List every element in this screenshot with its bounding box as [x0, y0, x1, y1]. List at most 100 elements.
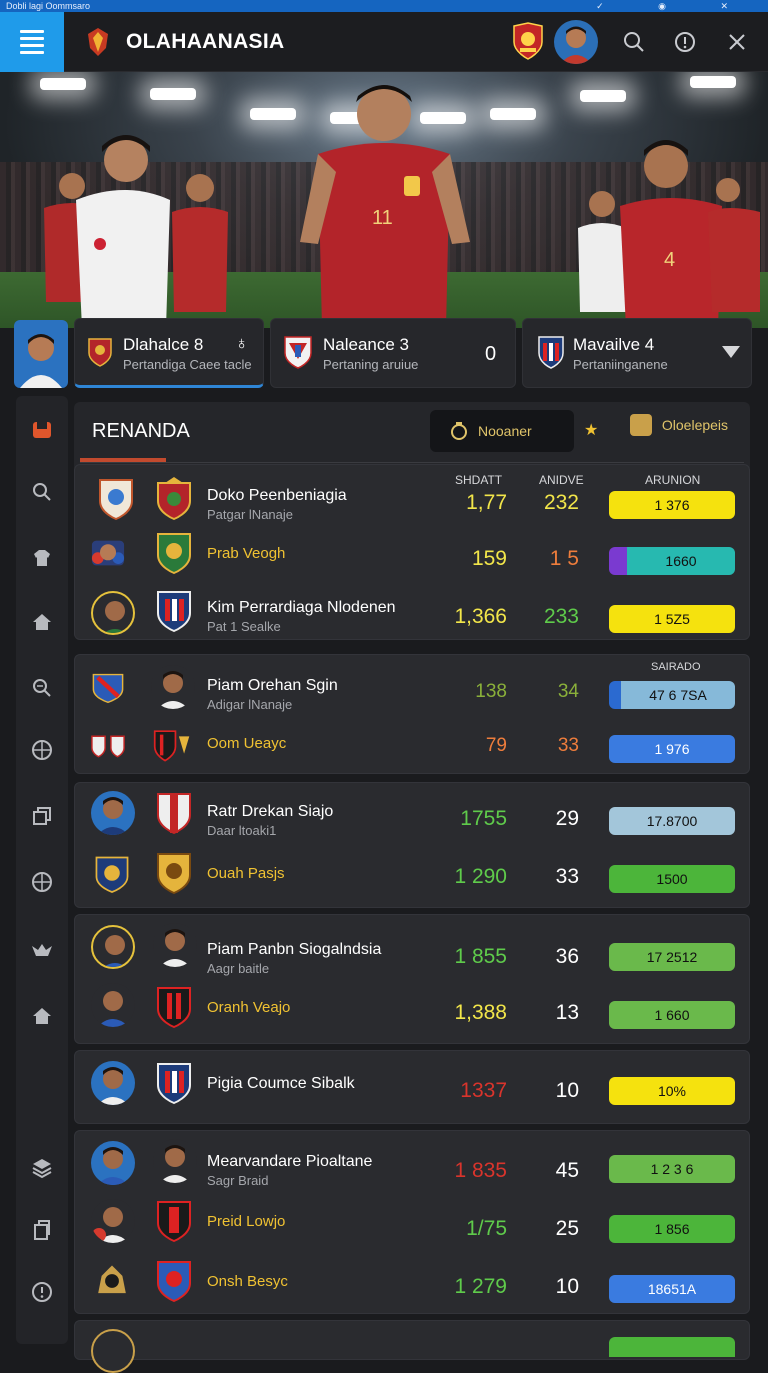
row-value-b: 10: [555, 1275, 579, 1298]
match-card-2[interactable]: Naleance 3 Pertaning aruiue 0: [270, 318, 516, 388]
table-row[interactable]: Onsh Besyc 1 279 10 18651A: [75, 1257, 751, 1317]
ranking-group: Pigia Coumce Sibalk 1337 10 10%: [74, 1050, 750, 1124]
table-row[interactable]: Preid Lowjo 1/75 25 1 856: [75, 1197, 751, 1257]
tab-other-label: Oloelepeis: [661, 417, 729, 433]
match-subtitle: Pertaniinganene: [573, 357, 668, 372]
row-bar-label: 1 660: [654, 1007, 690, 1023]
brand-title: OLAHAANASIA: [126, 30, 285, 53]
team-crest-icon: [92, 673, 124, 704]
team-crest-icon: [157, 1063, 191, 1105]
row-bar: 1 660: [609, 1001, 735, 1029]
match-subtitle: Pertandiga Caee tacle: [123, 357, 252, 372]
user-avatar[interactable]: [554, 20, 598, 64]
row-value-b: 1 5: [549, 547, 579, 570]
row-value-b: 13: [555, 1001, 579, 1024]
player-avatar: [91, 1199, 135, 1243]
table-row[interactable]: Oranh Veajo 1,388 13 1 660: [75, 983, 751, 1043]
tab-active[interactable]: Nooaner: [430, 410, 574, 452]
close-icon[interactable]: [725, 30, 749, 54]
row-bar: 1660: [609, 547, 735, 575]
row-bar: 17 2512: [609, 943, 735, 971]
globe-icon[interactable]: [30, 870, 54, 894]
tab-active-label: Nooaner: [478, 423, 532, 439]
row-name: Kim Perrardiaga Nlodenen: [207, 599, 396, 616]
table-row[interactable]: Doko Peenbeniagia Patgar lNanaje 1,77 23…: [75, 475, 751, 535]
search-icon[interactable]: [30, 480, 54, 504]
table-row[interactable]: Piam Orehan Sgin Adigar lNanaje 138 34 4…: [75, 663, 751, 723]
row-value-a: 1 279: [454, 1275, 507, 1298]
row-value-a: 1,366: [454, 605, 507, 628]
row-name: Doko Peenbeniagia: [207, 487, 347, 504]
home-icon[interactable]: [30, 1004, 54, 1028]
row-subtitle: Adigar lNanaje: [207, 697, 293, 712]
row-bar-label: 10%: [657, 1083, 687, 1099]
search-icon[interactable]: [622, 30, 646, 54]
bird-icon[interactable]: [30, 938, 54, 962]
player-thumb[interactable]: [14, 320, 68, 388]
table-row[interactable]: Prab Veogh 159 1 5 1660: [75, 531, 751, 591]
row-name: Piam Orehan Sgin: [207, 677, 338, 694]
row-bar-label: 18651A: [647, 1281, 697, 1297]
row-value-b: 232: [543, 491, 579, 514]
team-crest-icon: [538, 336, 564, 369]
table-row[interactable]: Oom Ueayc 79 33 1 976: [75, 719, 751, 779]
row-name: Mearvandare Pioaltane: [207, 1153, 373, 1170]
chevron-down-icon[interactable]: [721, 345, 741, 359]
menu-button[interactable]: [0, 12, 64, 72]
tab-other[interactable]: Oloelepeis: [630, 414, 728, 436]
info-icon[interactable]: [673, 30, 697, 54]
home-icon[interactable]: [30, 610, 54, 634]
table-row[interactable]: Kim Perrardiaga Nlodenen Pat 1 Sealke 1,…: [75, 587, 751, 647]
table-row[interactable]: Piam Panbn Siogalndsia Aagr baitle 1 855…: [75, 921, 751, 981]
table-row[interactable]: Mearvandare Pioaltane Sagr Braid 1 835 4…: [75, 1137, 751, 1197]
row-value-b: 10: [555, 1079, 579, 1102]
home-tab-icon[interactable]: [30, 418, 54, 442]
stack-icon[interactable]: [30, 804, 54, 828]
row-name: Ratr Drekan Siajo: [207, 803, 334, 820]
copy-icon[interactable]: [30, 1218, 54, 1242]
players-image: 11 4: [44, 85, 760, 328]
zoom-icon[interactable]: [30, 676, 54, 700]
table-row[interactable]: Ratr Drekan Siajo Daar ltoaki1 1755 29 1…: [75, 787, 751, 847]
player-avatar: [91, 591, 135, 635]
globe-icon[interactable]: [30, 738, 54, 762]
ranking-panel-header: RENANDA Nooaner ★ Oloelepeis: [74, 402, 750, 468]
match-card-3[interactable]: Mavailve 4 Pertaniinganene: [522, 318, 752, 388]
team-crest-icon: [98, 1265, 126, 1294]
row-value-a: 79: [485, 735, 507, 756]
ranking-group: SHDATT ANIDVE ARUNION Doko Peenbeniagia …: [74, 464, 750, 640]
team-shield-icon[interactable]: [512, 22, 544, 60]
player-avatar: [91, 1141, 135, 1185]
row-name: Oom Ueayc: [207, 735, 287, 752]
row-name: Ouah Pasjs: [207, 865, 285, 882]
row-bar: 1500: [609, 865, 735, 893]
ranking-group: Mearvandare Pioaltane Sagr Braid 1 835 4…: [74, 1130, 750, 1314]
shirt-icon[interactable]: [30, 546, 54, 570]
table-row[interactable]: Pigia Coumce Sibalk 1337 10 10%: [75, 1057, 751, 1117]
match-symbol-icon: ♁: [235, 333, 249, 353]
row-subtitle: Patgar lNanaje: [207, 507, 293, 522]
ranking-group: [74, 1320, 750, 1373]
row-bar-label: 1 376: [654, 497, 690, 513]
team-crest-icon: [157, 591, 191, 633]
status-title: Dobli lagi Oommsaro: [6, 1, 91, 11]
team-crest-icon: [157, 1201, 191, 1243]
hero-banner: 11 4: [0, 72, 768, 328]
row-bar-label: 1660: [665, 553, 697, 569]
player-avatar: [91, 983, 135, 1027]
ranking-group: SAIRADO Piam Orehan Sgin Adigar lNanaje …: [74, 654, 750, 774]
row-value-a: 1755: [460, 807, 507, 830]
star-icon[interactable]: ★: [584, 420, 598, 440]
row-name: Piam Panbn Siogalndsia: [207, 941, 382, 958]
row-bar: 1 376: [609, 491, 735, 519]
match-card-1[interactable]: Dlahalce 8 Pertandiga Caee tacle ♁: [74, 318, 264, 388]
layers-icon[interactable]: [30, 1156, 54, 1180]
alert-icon[interactable]: [30, 1280, 54, 1304]
match-subtitle: Pertaning aruiue: [323, 357, 419, 372]
row-bar-label: 17.8700: [646, 813, 698, 829]
row-value-a: 159: [471, 547, 507, 570]
club-logo-icon: [88, 28, 108, 56]
table-row[interactable]: Ouah Pasjs 1 290 33 1500: [75, 849, 751, 909]
row-bar: 10%: [609, 1077, 735, 1105]
player-avatar: [153, 923, 197, 967]
